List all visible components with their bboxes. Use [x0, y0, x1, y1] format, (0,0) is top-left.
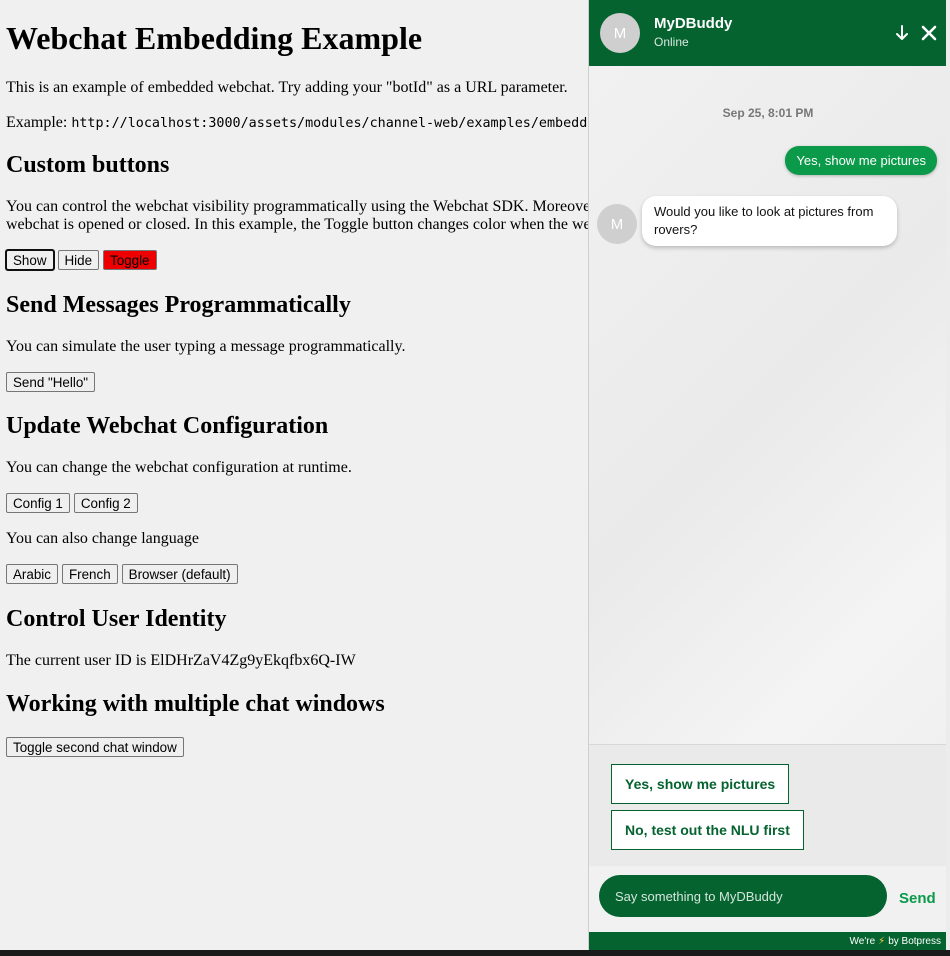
- update-config-text: You can change the webchat configuration…: [6, 459, 352, 476]
- composer: Send: [589, 866, 947, 932]
- close-icon[interactable]: [918, 22, 940, 44]
- french-button[interactable]: French: [61, 564, 118, 584]
- avatar-initial: M: [613, 24, 627, 42]
- send-hello-button[interactable]: Send "Hello": [6, 372, 96, 392]
- hide-button[interactable]: Hide: [57, 250, 100, 270]
- show-button[interactable]: Show: [5, 249, 55, 271]
- send-button[interactable]: Send: [899, 890, 936, 907]
- chat-header: M MyDBuddy Online: [589, 0, 947, 66]
- language-text: You can also change language: [6, 530, 199, 547]
- config-2-button[interactable]: Config 2: [73, 493, 138, 513]
- date-separator: Sep 25, 8:01 PM: [722, 106, 814, 120]
- multiple-windows-buttons: Toggle second chat window: [6, 737, 184, 757]
- example-line: Example: http://localhost:3000/assets/mo…: [6, 114, 588, 133]
- avatar-initial: M: [610, 215, 624, 233]
- user-id-text: The current user ID is ElDHrZaV4Zg9yEkqf…: [6, 652, 356, 669]
- toggle-second-chat-button[interactable]: Toggle second chat window: [6, 737, 184, 757]
- intro-text: This is an example of embedded webchat. …: [6, 79, 568, 96]
- send-messages-heading: Send Messages Programmatically: [6, 292, 351, 318]
- arabic-button[interactable]: Arabic: [6, 564, 58, 584]
- custom-buttons-text-2: webchat is opened or closed. In this exa…: [6, 216, 588, 233]
- browser-default-button[interactable]: Browser (default): [121, 564, 238, 584]
- quick-reply-no[interactable]: No, test out the NLU first: [611, 810, 804, 850]
- update-config-heading: Update Webchat Configuration: [6, 413, 329, 439]
- bot-status: Online: [654, 35, 689, 49]
- send-buttons: Send "Hello": [6, 372, 96, 392]
- quick-replies: Yes, show me pictures No, test out the N…: [589, 744, 947, 867]
- toggle-button[interactable]: Toggle: [103, 250, 157, 270]
- example-label: Example:: [6, 114, 68, 131]
- window-edge: [946, 0, 950, 950]
- config-1-button[interactable]: Config 1: [6, 493, 70, 513]
- arrow-down-icon[interactable]: [891, 22, 913, 44]
- multiple-windows-heading: Working with multiple chat windows: [6, 691, 385, 717]
- language-buttons: Arabic French Browser (default): [6, 564, 238, 584]
- visibility-buttons: Show Hide Toggle: [5, 249, 157, 271]
- user-identity-heading: Control User Identity: [6, 606, 227, 632]
- bot-message-bubble: Would you like to look at pictures from …: [642, 196, 897, 246]
- custom-buttons-heading: Custom buttons: [6, 152, 170, 178]
- host-page: Webchat Embedding Example This is an exa…: [0, 0, 588, 950]
- user-message-bubble: Yes, show me pictures: [785, 146, 937, 175]
- send-messages-text: You can simulate the user typing a messa…: [6, 338, 406, 355]
- lightning-icon: ⚡: [878, 935, 886, 947]
- powered-by-footer[interactable]: We're ⚡ by Botpress: [589, 932, 947, 950]
- footer-prefix: We're: [849, 935, 876, 947]
- message-bot-avatar: M: [597, 204, 637, 244]
- bottom-bar: [0, 950, 950, 956]
- bot-name: MyDBuddy: [654, 15, 733, 32]
- message-input[interactable]: [599, 875, 887, 917]
- page-title: Webchat Embedding Example: [6, 20, 423, 56]
- custom-buttons-text-1: You can control the webchat visibility p…: [6, 198, 588, 215]
- quick-reply-yes[interactable]: Yes, show me pictures: [611, 764, 790, 804]
- example-url: http://localhost:3000/assets/modules/cha…: [71, 116, 588, 131]
- footer-suffix: by Botpress: [888, 935, 941, 947]
- config-buttons: Config 1 Config 2: [6, 493, 138, 513]
- bot-avatar: M: [600, 13, 640, 53]
- webchat-widget: M MyDBuddy Online Sep 25, 8:01 PM Yes, s…: [588, 0, 947, 950]
